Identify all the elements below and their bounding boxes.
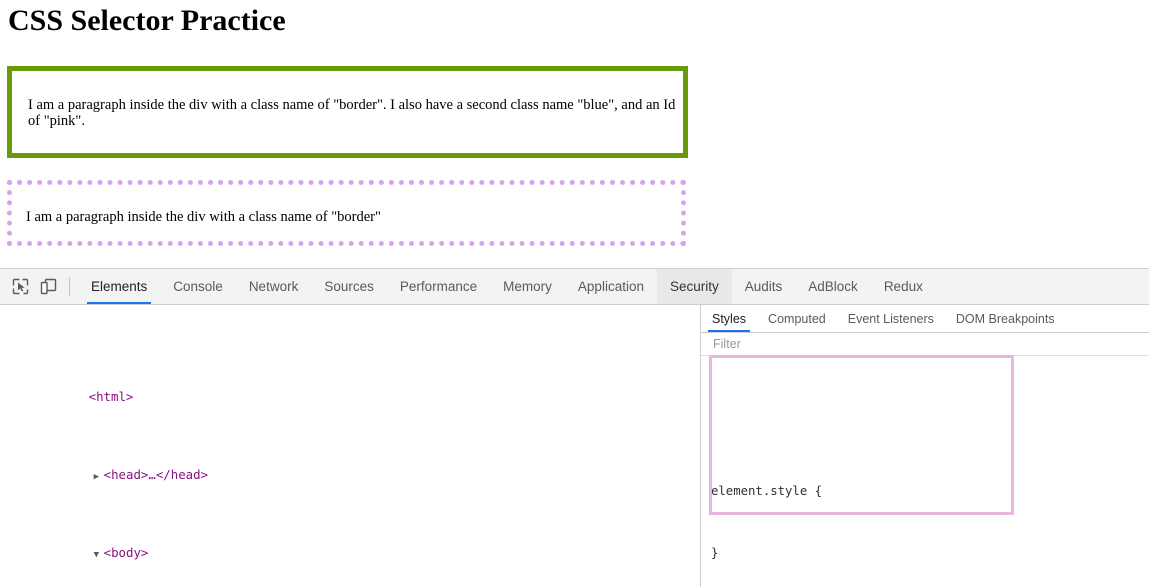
green-bordered-div: I am a paragraph inside the div with a c…	[7, 66, 688, 158]
tab-console[interactable]: Console	[160, 269, 236, 304]
tab-performance-label: Performance	[399, 279, 478, 294]
tab-event-listeners[interactable]: Event Listeners	[837, 305, 945, 332]
dom-line-head: <head>…</head>	[103, 467, 209, 482]
device-toolbar-icon[interactable]	[34, 269, 62, 304]
dom-tree[interactable]: <html> ▶<head>…</head> ▼<body> <h1>CSS S…	[0, 305, 700, 587]
tab-elements-label: Elements	[91, 279, 148, 294]
dom-row[interactable]: ▶ <head>…</head>	[0, 446, 700, 482]
css-rule-element-style[interactable]: element.style { }	[701, 438, 1149, 587]
dom-row[interactable]: <html>	[0, 368, 700, 404]
css-rules-list: element.style { } css- .green { border: …	[701, 356, 1149, 587]
expand-triangle-icon[interactable]: ▶	[94, 468, 104, 488]
dom-tree-pane[interactable]: <html> ▶<head>…</head> ▼<body> <h1>CSS S…	[0, 305, 701, 587]
styles-pane: Styles Computed Event Listeners DOM Brea…	[701, 305, 1149, 587]
tab-memory-label: Memory	[503, 279, 552, 294]
dotted-bordered-div: I am a paragraph inside the div with a c…	[7, 180, 686, 246]
tab-event-listeners-label: Event Listeners	[847, 311, 934, 326]
tab-security-label: Security	[669, 279, 719, 294]
tab-audits-label: Audits	[744, 279, 783, 294]
tab-redux[interactable]: Redux	[871, 269, 936, 304]
rendered-page-area: CSS Selector Practice I am a paragraph i…	[0, 0, 1149, 268]
styles-filter-input[interactable]: Filter	[701, 333, 1149, 356]
dom-row[interactable]: ▼ <body>	[0, 524, 700, 560]
devtools-panel: Elements Console Network Sources Perform…	[0, 268, 1149, 587]
tab-redux-label: Redux	[883, 279, 923, 294]
collapse-triangle-icon[interactable]: ▼	[94, 546, 104, 566]
styles-filter-placeholder: Filter	[713, 337, 741, 351]
dom-line-body: <body>	[103, 545, 149, 560]
dotted-div-paragraph: I am a paragraph inside the div with a c…	[26, 209, 381, 225]
tab-security[interactable]: Security	[656, 269, 732, 304]
tab-adblock[interactable]: AdBlock	[795, 269, 871, 304]
tab-performance[interactable]: Performance	[387, 269, 490, 304]
tab-styles-label: Styles	[712, 311, 747, 326]
devtools-body: <html> ▶<head>…</head> ▼<body> <h1>CSS S…	[0, 305, 1149, 587]
green-div-paragraph: I am a paragraph inside the div with a c…	[28, 97, 676, 129]
tab-sources-label: Sources	[324, 279, 374, 294]
css-selector[interactable]: element.style {	[711, 481, 1149, 502]
devtools-toolbar: Elements Console Network Sources Perform…	[0, 269, 1149, 305]
styles-tabbar: Styles Computed Event Listeners DOM Brea…	[701, 305, 1149, 333]
tab-console-label: Console	[173, 279, 223, 294]
tab-computed[interactable]: Computed	[757, 305, 837, 332]
tab-elements[interactable]: Elements	[78, 269, 160, 304]
tab-adblock-label: AdBlock	[808, 279, 858, 294]
dom-line-html: <html>	[88, 389, 134, 404]
tab-sources[interactable]: Sources	[311, 269, 387, 304]
tab-network[interactable]: Network	[236, 269, 312, 304]
page-title: CSS Selector Practice	[8, 4, 286, 37]
toolbar-divider	[69, 277, 70, 296]
tab-application-label: Application	[577, 279, 644, 294]
tab-styles[interactable]: Styles	[701, 305, 757, 332]
tab-dom-breakpoints-label: DOM Breakpoints	[955, 311, 1055, 326]
tab-memory[interactable]: Memory	[490, 269, 565, 304]
tab-computed-label: Computed	[768, 311, 826, 326]
tab-application[interactable]: Application	[565, 269, 657, 304]
tab-network-label: Network	[248, 279, 299, 294]
tab-audits[interactable]: Audits	[732, 269, 796, 304]
inspect-element-icon[interactable]	[6, 269, 34, 304]
css-rule-close: }	[711, 545, 719, 560]
tab-dom-breakpoints[interactable]: DOM Breakpoints	[945, 305, 1066, 332]
